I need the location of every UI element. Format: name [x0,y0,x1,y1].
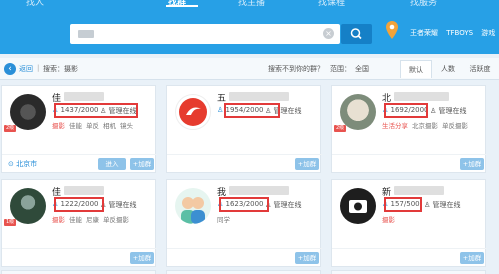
nav-find-anchor[interactable]: 找主播 [238,0,265,8]
hot-tag[interactable]: TFBOYS [446,29,473,37]
highlight-box [384,197,422,212]
highlight-box [54,197,104,212]
name-blur [394,92,449,101]
nav-find-course[interactable]: 找课程 [318,0,345,8]
group-tags: 摄影 佳能 尼康 单反摄影 [52,216,129,224]
group-card[interactable]: 2级 北 ♙ 1692/2000 ♙ 管理在线 生活分享 北京摄影 单反摄影 +加群 [331,85,487,173]
level-badge: 1级 [4,219,17,226]
highlight-box [384,103,428,118]
join-button[interactable]: +加群 [460,158,484,170]
nav-find-people[interactable]: 找人 [26,0,44,8]
group-tags: 生活分享 北京摄影 单反摄影 [382,122,468,130]
back-link[interactable]: 返回 [19,64,33,74]
sort-members[interactable]: 人数 [432,60,464,78]
group-city: ⊙ 北京市 [8,160,38,168]
join-button[interactable]: +加群 [295,158,319,170]
group-avatar [340,188,376,224]
card-footer: ⊙ 北京市 进入 +加群 [2,154,157,172]
highlight-box [219,197,269,212]
highlight-box [224,103,280,118]
level-badge: 2级 [334,125,347,132]
not-found-link[interactable]: 搜索不到你的群？ [268,64,324,74]
search-button[interactable] [341,24,372,44]
search-box[interactable]: × [70,24,340,44]
group-avatar [175,188,211,224]
group-card[interactable]: 五 ♙ 1954/2000 ♙ 管理在线 +加群 [166,85,322,173]
manager-status: ♙ 管理在线 [430,107,467,115]
top-bar: 找人 找群 找主播 找课程 找服务 × 王者荣耀 TFBOYS 游戏 [0,0,499,54]
search-input[interactable] [100,27,320,41]
name-blur [229,186,289,195]
filter-bar: ‹ 返回 | 搜索：摄影 搜索不到你的群？ 范围： 全国 默认 人数 活跃度 [0,58,499,80]
card-footer: +加群 [2,248,157,266]
nav-active-indicator [166,5,198,7]
breadcrumb: 搜索：摄影 [43,65,78,73]
group-card-partial [166,270,321,274]
manager-status: ♙ 管理在线 [265,201,302,209]
hot-tags: 王者荣耀 TFBOYS 游戏 [410,28,499,38]
search-query-blur [78,30,94,38]
name-blur [394,186,444,195]
card-footer: +加群 [167,248,322,266]
group-tags: 同学 [217,216,230,224]
group-avatar [175,94,211,130]
group-card-partial [331,270,486,274]
sort-default[interactable]: 默认 [400,60,432,78]
back-icon[interactable]: ‹ [4,63,16,75]
card-footer: +加群 [167,154,322,172]
highlight-box [54,103,138,118]
nav-find-service[interactable]: 找服务 [410,0,437,8]
enter-button[interactable]: 进入 [98,158,126,170]
city-select[interactable]: 全国 [355,64,369,74]
location-pin-icon[interactable] [384,20,400,42]
manager-status: ♙ 管理在线 [100,201,137,209]
group-tags: 摄影 [382,216,395,224]
range-label: 范围： [330,65,351,73]
join-button[interactable]: +加群 [295,252,319,264]
group-tags: 摄影 佳能 单反 相机 镜头 [52,122,133,130]
join-button[interactable]: +加群 [130,158,154,170]
sort-activity[interactable]: 活跃度 [464,60,496,78]
join-button[interactable]: +加群 [460,252,484,264]
group-card[interactable]: 2级 佳 ♙ 1437/2000 ♙ 管理在线 摄影 佳能 单反 相机 镜头 ⊙ 北京市… [1,85,157,173]
level-badge: 2级 [4,125,17,132]
group-card-partial [1,270,156,274]
name-blur [64,92,104,101]
group-card[interactable]: 新 ♙ 157/500 ♙ 管理在线 摄影 +加群 [331,179,487,267]
hot-tag[interactable]: 游戏 [481,29,495,37]
hot-tag[interactable]: 王者荣耀 [410,29,438,37]
search-icon [350,28,362,40]
divider: | [37,64,40,72]
group-card[interactable]: 我 ♙ 1623/2000 ♙ 管理在线 同学 +加群 [166,179,322,267]
name-blur [64,186,104,195]
group-card[interactable]: 1级 佳 ♙ 1222/2000 ♙ 管理在线 摄影 佳能 尼康 单反摄影 +加群 [1,179,157,267]
name-blur [229,92,289,101]
clear-icon[interactable]: × [323,28,334,39]
card-footer: +加群 [332,248,487,266]
manager-status: ♙ 管理在线 [424,201,461,209]
card-footer: +加群 [332,154,487,172]
join-button[interactable]: +加群 [130,252,154,264]
